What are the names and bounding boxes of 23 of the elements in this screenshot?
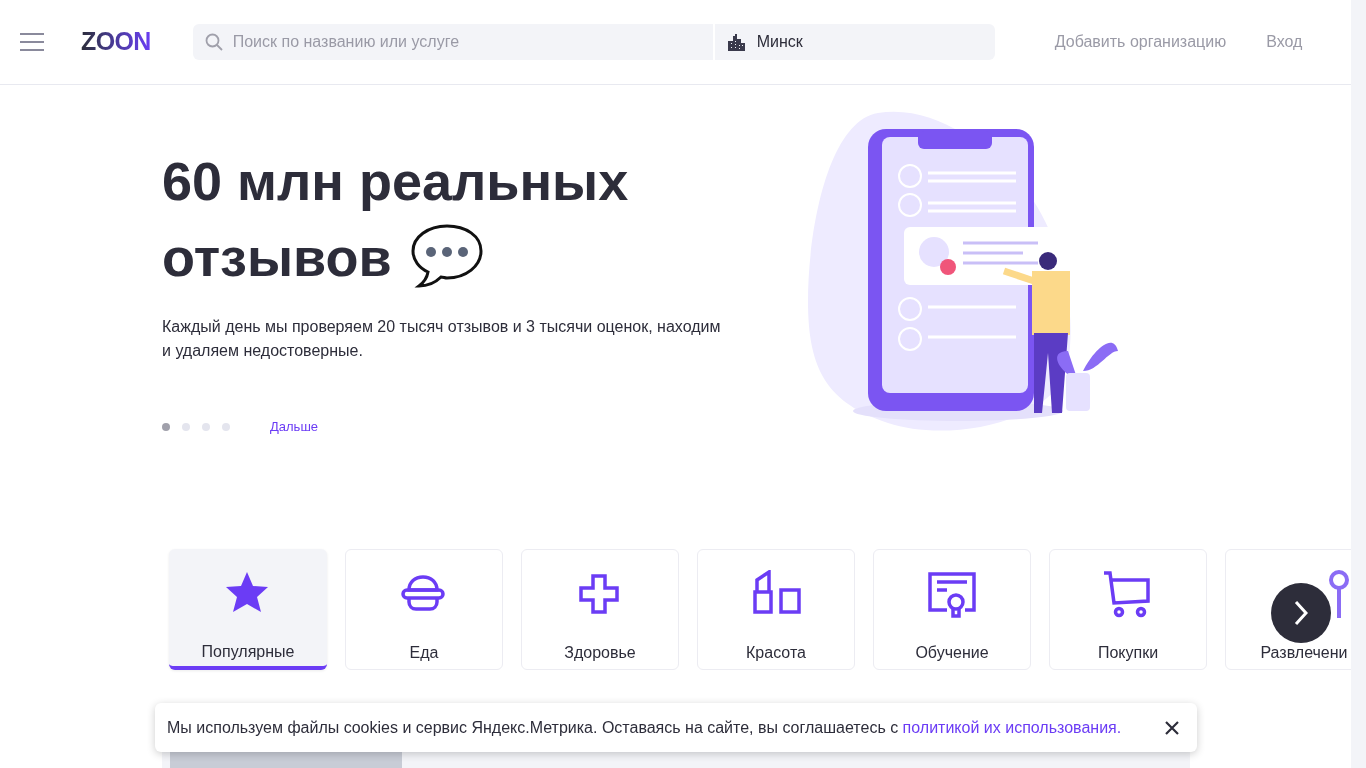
hero-title: 60 млн реальных <box>162 150 629 213</box>
category-tab[interactable]: Покупки <box>1049 548 1207 670</box>
close-icon[interactable] <box>1165 720 1179 735</box>
category-tab[interactable]: Красота <box>697 548 855 670</box>
speech-bubble-icon <box>409 223 484 291</box>
category-tab[interactable]: Еда <box>345 548 503 670</box>
cart-icon <box>1103 569 1153 620</box>
category-tab[interactable]: Здоровье <box>521 548 679 670</box>
hero-title: отзывов <box>162 226 392 289</box>
city-selector[interactable]: Минск <box>714 24 995 60</box>
hero-description: Каждый день мы проверяем 20 тысяч отзывов и 3 тысячи оценок, находим и удаляем недостоверные. <box>162 317 722 361</box>
category-tab[interactable]: Обучение <box>873 548 1031 670</box>
category-tab[interactable]: Популярные <box>169 548 327 670</box>
menu-icon[interactable] <box>19 33 45 51</box>
pin-icon <box>1329 569 1349 620</box>
search-field[interactable]: Поиск по названию или услуге <box>192 24 713 60</box>
search-icon <box>204 33 223 51</box>
cookie-notice: Мы используем файлы cookies и сервис Яндекс.Метрика. Оставаясь на сайте, вы соглашаетесь с политикой их использования. <box>167 717 1122 738</box>
next-link[interactable]: Дальше <box>270 417 319 437</box>
certificate-icon <box>927 569 977 620</box>
policy-link[interactable]: политикой их использования. <box>902 718 1122 736</box>
buildings-icon <box>727 33 745 51</box>
chevron-right-icon <box>1294 600 1308 626</box>
